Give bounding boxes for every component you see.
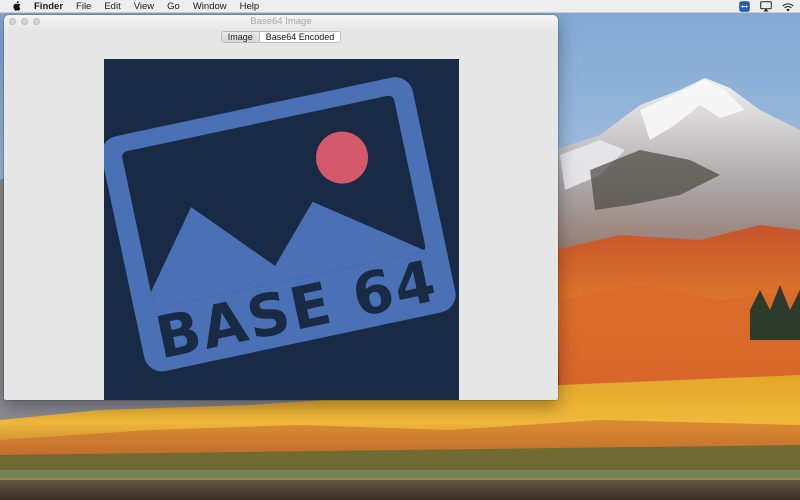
- menu-go[interactable]: Go: [167, 0, 180, 13]
- teamviewer-icon[interactable]: [739, 1, 750, 12]
- menu-view[interactable]: View: [134, 0, 154, 13]
- base64-logo-image: BASE 64: [104, 59, 459, 400]
- wifi-icon[interactable]: [782, 2, 794, 12]
- content-area: BASE 64: [4, 44, 558, 400]
- menu-file[interactable]: File: [76, 0, 91, 13]
- menu-window[interactable]: Window: [193, 0, 227, 13]
- minimize-icon[interactable]: [21, 18, 28, 25]
- zoom-icon[interactable]: [33, 18, 40, 25]
- menu-help[interactable]: Help: [240, 0, 260, 13]
- tab-image[interactable]: Image: [221, 31, 260, 42]
- menu-bar: Finder File Edit View Go Window Help: [0, 0, 800, 13]
- status-menu-extras: [739, 0, 794, 13]
- tab-bar: Image Base64 Encoded: [4, 29, 558, 44]
- airplay-icon[interactable]: [760, 1, 772, 12]
- window-titlebar[interactable]: Base64 Image: [4, 15, 558, 29]
- view-segmented-control: Image Base64 Encoded: [220, 30, 342, 43]
- window-controls: [9, 18, 40, 25]
- base64-image-window: Base64 Image Image Base64 Encoded BASE 6…: [4, 15, 558, 400]
- close-icon[interactable]: [9, 18, 16, 25]
- menu-app-finder[interactable]: Finder: [34, 0, 63, 13]
- apple-icon[interactable]: [12, 1, 22, 12]
- menu-edit[interactable]: Edit: [104, 0, 120, 13]
- window-title: Base64 Image: [250, 16, 312, 27]
- tab-base64-encoded[interactable]: Base64 Encoded: [259, 31, 341, 42]
- image-preview: BASE 64: [104, 59, 459, 400]
